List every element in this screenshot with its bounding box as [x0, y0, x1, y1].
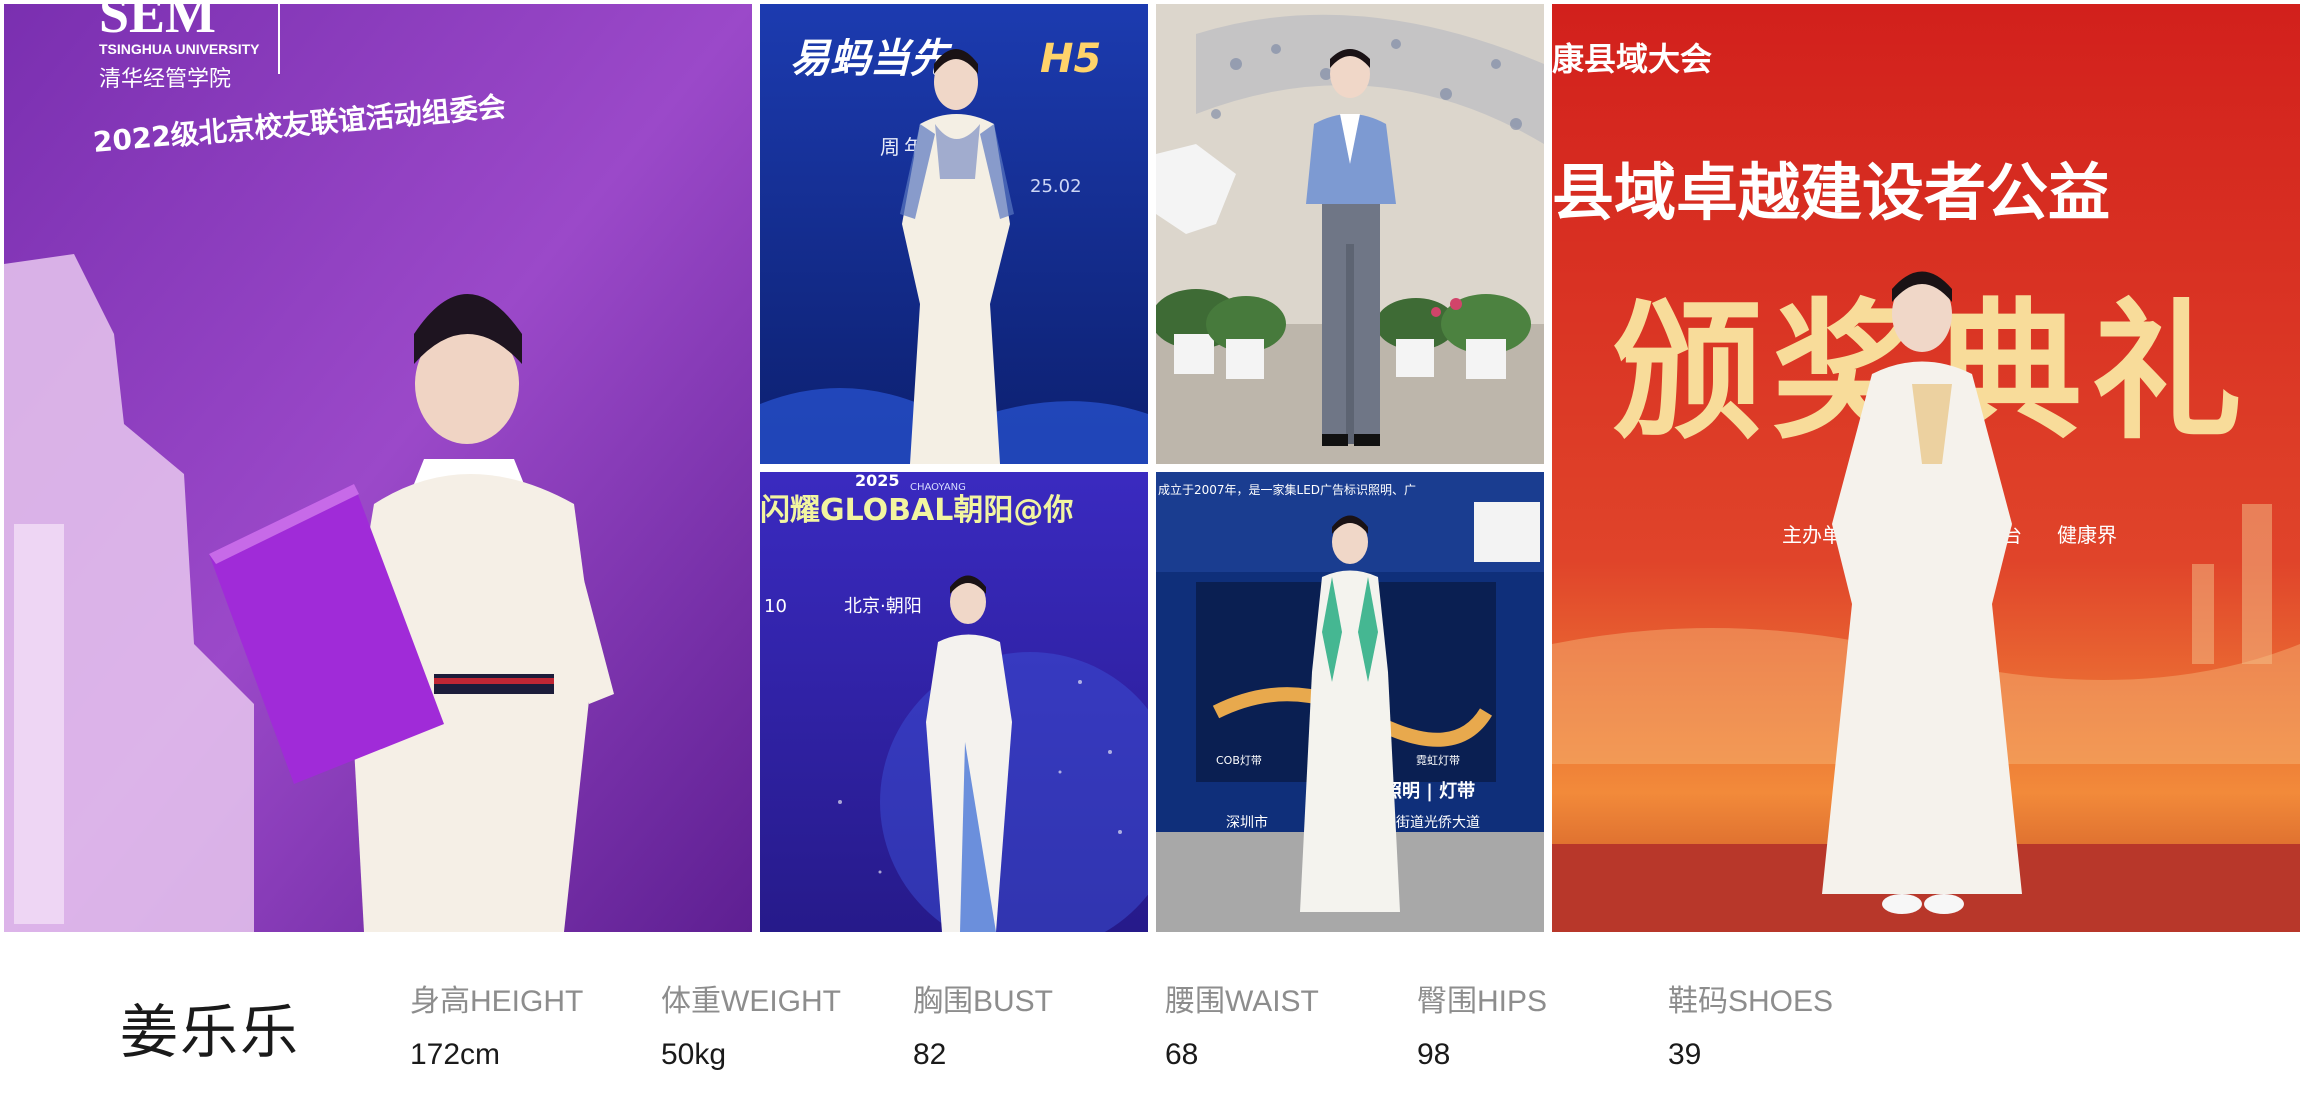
- stat-weight: 体重WEIGHT 50kg: [661, 976, 841, 1072]
- photo-2-date: 25.02: [1030, 176, 1082, 197]
- photo-1-school: 清华经管学院: [99, 67, 231, 92]
- stat-hips-value: 98: [1417, 1038, 1451, 1071]
- stat-hips: 臀围HIPS 98: [1417, 976, 1547, 1072]
- photo-4-year: 2025: [855, 472, 900, 490]
- stat-hips-label: 臀围HIPS: [1417, 985, 1548, 1018]
- photo-tsinghua-event: SEM TSINGHUA UNIVERSITY 清华经管学院 2022级北京校友…: [4, 4, 752, 932]
- stat-waist-value: 68: [1165, 1038, 1199, 1071]
- stat-shoes: 鞋码SHOES 39: [1668, 976, 1833, 1072]
- photo-lobby: [1156, 4, 1544, 464]
- photo-6-title: 县域卓越建设者公益: [1552, 156, 2110, 229]
- model-name: 姜乐乐: [120, 998, 301, 1066]
- stat-bust: 胸围BUST 82: [913, 976, 1053, 1072]
- stat-shoes-label: 鞋码SHOES: [1668, 985, 1834, 1018]
- stat-height-value: 172cm: [410, 1038, 501, 1071]
- photo-chaoyang-event: 2025 CHAOYANG 闪耀GLOBAL朝阳@你 北京·朝阳 10: [760, 472, 1148, 932]
- stat-waist: 腰围WAIST 68: [1165, 976, 1319, 1072]
- photo-award-ceremony: 康县域大会 县域卓越建设者公益 颁奖典礼 主办单位 播平台 健康界: [1552, 4, 2300, 932]
- photo-6-sponsor: 健康界: [2057, 523, 2117, 547]
- photo-5-neon: 霓虹灯带: [1416, 754, 1460, 767]
- svg-text:H5: H5: [1040, 36, 1101, 82]
- stat-height: 身高HEIGHT 172cm: [410, 976, 583, 1072]
- photo-6-header: 康县域大会: [1552, 40, 1712, 78]
- photo-5-cob: COB灯带: [1216, 754, 1262, 767]
- stat-shoes-value: 39: [1668, 1038, 1702, 1071]
- photo-led-exhibition: 成立于2007年，是一家集LED广告标识照明、广 COB灯带 霓虹灯带 箱照明 …: [1156, 472, 1544, 932]
- photo-1-university: TSINGHUA UNIVERSITY: [99, 41, 260, 57]
- photo-anniversary-event: 易蚂当先 H5 周年答谢 25.02: [760, 4, 1148, 464]
- photo-5-city: 深圳市: [1226, 814, 1268, 831]
- photo-4-location: 北京·朝阳: [844, 596, 922, 617]
- photo-2-slogan: 易蚂当先: [790, 36, 953, 82]
- stat-height-label: 身高HEIGHT: [410, 985, 584, 1018]
- stat-bust-label: 胸围BUST: [913, 985, 1054, 1018]
- photo-4-chaoyang: CHAOYANG: [910, 482, 966, 493]
- stat-weight-label: 体重WEIGHT: [661, 985, 841, 1018]
- photo-5-street: 街道光侨大道: [1396, 815, 1480, 831]
- photo-1-logo: SEM: [99, 4, 216, 44]
- photo-5-intro: 成立于2007年，是一家集LED广告标识照明、广: [1158, 482, 1416, 497]
- photo-4-number: 10: [764, 596, 787, 617]
- stat-weight-value: 50kg: [661, 1038, 727, 1071]
- stat-bust-value: 82: [913, 1038, 947, 1071]
- stat-waist-label: 腰围WAIST: [1165, 985, 1319, 1018]
- photo-4-slogan: 闪耀GLOBAL朝阳@你: [760, 493, 1073, 528]
